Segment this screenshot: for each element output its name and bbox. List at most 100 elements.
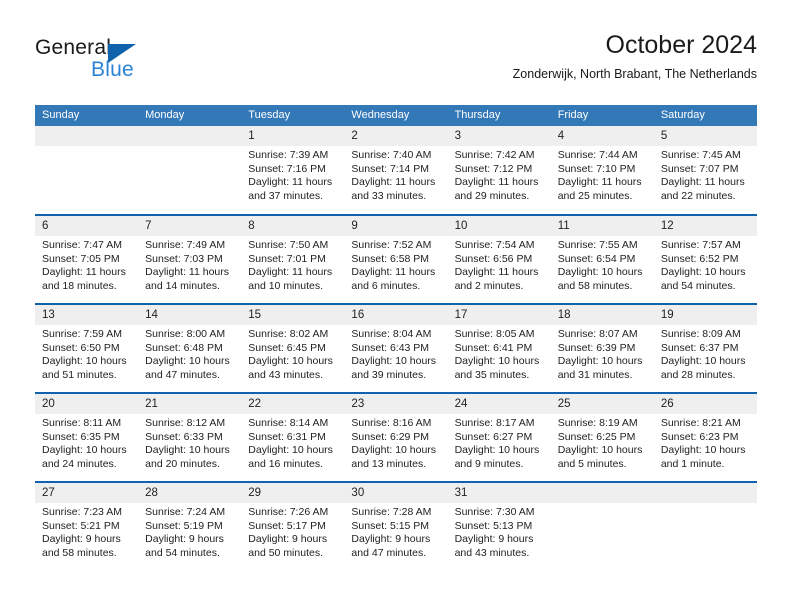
sunrise-time: Sunrise: 8:17 AM [454,417,535,429]
day-sun-info: Sunrise: 8:07 AM Sunset: 6:39 PM Daylight:… [551,325,654,382]
daylight-duration-line2: and 51 minutes. [42,368,117,381]
calendar-day-cell[interactable]: 7 Sunrise: 7:49 AM Sunset: 7:03 PM Daylight… [138,214,242,304]
day-sun-info: Sunrise: 7:26 AM Sunset: 5:17 PM Daylight:… [241,503,344,560]
day-number: 4 [550,126,654,146]
sunset-time: Sunset: 6:37 PM [660,341,739,354]
day-number: 19 [653,305,757,325]
daylight-duration-line1: Daylight: 11 hours [454,266,539,279]
day-number: 14 [138,305,242,325]
calendar-day-cell[interactable]: 5 Sunrise: 7:45 AM Sunset: 7:07 PM Daylight… [653,126,757,215]
sunrise-time: Sunrise: 8:12 AM [145,417,226,429]
daylight-duration-line1: Daylight: 10 hours [248,355,333,368]
calendar-day-cell[interactable]: 16 Sunrise: 8:04 AM Sunset: 6:43 PM Dayligh… [344,303,448,393]
calendar-day-cell[interactable]: 6 Sunrise: 7:47 AM Sunset: 7:05 PM Daylight… [35,214,139,304]
daylight-duration-line2: and 58 minutes. [557,279,633,292]
sunset-time: Sunset: 6:35 PM [42,430,120,443]
calendar-day-cell[interactable]: 21 Sunrise: 8:12 AM Sunset: 6:33 PM Dayligh… [138,392,242,482]
calendar-day-cell[interactable]: 13 Sunrise: 7:59 AM Sunset: 6:50 PM Dayligh… [35,303,139,393]
calendar-day-cell[interactable]: 24 Sunrise: 8:17 AM Sunset: 6:27 PM Dayligh… [447,392,551,482]
daylight-duration-line1: Daylight: 10 hours [557,444,643,457]
sunset-time: Sunset: 5:19 PM [145,519,223,532]
calendar-day-cell[interactable]: 23 Sunrise: 8:16 AM Sunset: 6:29 PM Dayligh… [344,392,448,482]
daylight-duration-line1: Daylight: 11 hours [557,176,642,189]
day-number: 12 [653,216,757,236]
calendar-day-cell[interactable]: 2 Sunrise: 7:40 AM Sunset: 7:14 PM Daylight… [344,126,448,215]
calendar-day-cell[interactable]: 15 Sunrise: 8:02 AM Sunset: 6:45 PM Dayligh… [241,303,345,393]
calendar-day-cell[interactable]: 3 Sunrise: 7:42 AM Sunset: 7:12 PM Daylight… [447,126,551,215]
day-sun-info: Sunrise: 7:28 AM Sunset: 5:15 PM Daylight:… [344,503,447,560]
page-header: General Blue October 2024 Zonderwijk, No… [35,30,757,92]
calendar-day-cell[interactable]: 9 Sunrise: 7:52 AM Sunset: 6:58 PM Daylight… [344,214,448,304]
calendar-day-cell[interactable]: 8 Sunrise: 7:50 AM Sunset: 7:01 PM Daylight… [241,214,345,304]
day-sun-info: Sunrise: 7:42 AM Sunset: 7:12 PM Daylight:… [448,146,551,203]
calendar-day-cell[interactable]: 28 Sunrise: 7:24 AM Sunset: 5:19 PM Dayligh… [138,481,242,571]
daylight-duration-line1: Daylight: 9 hours [42,533,121,546]
sunset-time: Sunset: 6:56 PM [454,252,533,265]
daylight-duration-line1: Daylight: 10 hours [454,444,540,457]
day-number: 1 [241,126,345,146]
day-number: 30 [344,483,448,503]
day-number: 26 [653,394,757,414]
day-sun-info: Sunrise: 8:12 AM Sunset: 6:33 PM Daylight:… [138,414,241,471]
calendar-day-cell[interactable]: 29 Sunrise: 7:26 AM Sunset: 5:17 PM Dayligh… [241,481,345,571]
calendar-day-cell[interactable]: 26 Sunrise: 8:21 AM Sunset: 6:23 PM Dayligh… [653,392,757,482]
sunset-time: Sunset: 7:05 PM [42,252,120,265]
calendar-day-cell[interactable]: 12 Sunrise: 7:57 AM Sunset: 6:52 PM Dayligh… [653,214,757,304]
sunrise-time: Sunrise: 7:54 AM [454,239,535,251]
calendar-day-cell[interactable]: 20 Sunrise: 8:11 AM Sunset: 6:35 PM Dayligh… [35,392,139,482]
sunrise-time: Sunrise: 8:05 AM [454,328,535,340]
calendar-day-cell[interactable]: 10 Sunrise: 7:54 AM Sunset: 6:56 PM Dayligh… [447,214,551,304]
calendar-day-cell[interactable]: 14 Sunrise: 8:00 AM Sunset: 6:48 PM Dayligh… [138,303,242,393]
day-sun-info: Sunrise: 7:49 AM Sunset: 7:03 PM Daylight:… [138,236,241,293]
calendar-day-cell[interactable]: 25 Sunrise: 8:19 AM Sunset: 6:25 PM Dayligh… [550,392,654,482]
day-sun-info: Sunrise: 7:45 AM Sunset: 7:07 PM Daylight:… [654,146,757,203]
daylight-duration-line2: and 1 minute. [660,457,725,470]
calendar-day-cell[interactable]: 18 Sunrise: 8:07 AM Sunset: 6:39 PM Dayligh… [550,303,654,393]
sunrise-time: Sunrise: 7:24 AM [145,506,226,518]
sunset-time: Sunset: 5:15 PM [351,519,430,532]
day-number: 20 [35,394,139,414]
day-sun-info: Sunrise: 8:02 AM Sunset: 6:45 PM Daylight:… [241,325,344,382]
calendar-day-cell[interactable]: 4 Sunrise: 7:44 AM Sunset: 7:10 PM Daylight… [550,126,654,215]
calendar-body: 1 Sunrise: 7:39 AM Sunset: 7:16 PM Daylight… [35,126,757,571]
calendar-day-cell-empty [653,481,757,571]
sunset-time: Sunset: 6:41 PM [454,341,533,354]
sunrise-time: Sunrise: 8:04 AM [351,328,432,340]
daylight-duration-line1: Daylight: 11 hours [248,266,333,279]
calendar-day-cell[interactable]: 30 Sunrise: 7:28 AM Sunset: 5:15 PM Dayligh… [344,481,448,571]
day-number: 22 [241,394,345,414]
day-sun-info: Sunrise: 7:50 AM Sunset: 7:01 PM Daylight:… [241,236,344,293]
day-sun-info: Sunrise: 7:47 AM Sunset: 7:05 PM Daylight:… [35,236,138,293]
calendar-day-cell[interactable]: 1 Sunrise: 7:39 AM Sunset: 7:16 PM Daylight… [241,126,345,215]
sunrise-time: Sunrise: 7:39 AM [248,149,329,161]
calendar-day-cell[interactable]: 31 Sunrise: 7:30 AM Sunset: 5:13 PM Dayligh… [447,481,551,571]
sunrise-time: Sunrise: 8:00 AM [145,328,226,340]
calendar-day-cell[interactable]: 27 Sunrise: 7:23 AM Sunset: 5:21 PM Dayligh… [35,481,139,571]
sunset-time: Sunset: 6:23 PM [660,430,739,443]
daylight-duration-line2: and 39 minutes. [351,368,427,381]
sunset-time: Sunset: 6:27 PM [454,430,533,443]
general-blue-logo[interactable]: General Blue [35,36,255,88]
sunrise-time: Sunrise: 7:55 AM [557,239,638,251]
title-block: October 2024 Zonderwijk, North Brabant, … [513,30,757,82]
sunset-time: Sunset: 6:48 PM [145,341,223,354]
sunrise-time: Sunrise: 7:57 AM [660,239,741,251]
daylight-duration-line2: and 35 minutes. [454,368,530,381]
weekday-header-tuesday: Tuesday [241,105,345,126]
sunset-time: Sunset: 6:33 PM [145,430,223,443]
calendar-day-cell[interactable]: 11 Sunrise: 7:55 AM Sunset: 6:54 PM Dayligh… [550,214,654,304]
calendar-day-cell[interactable]: 17 Sunrise: 8:05 AM Sunset: 6:41 PM Dayligh… [447,303,551,393]
day-number: 10 [447,216,551,236]
sunset-time: Sunset: 7:12 PM [454,162,533,175]
calendar-day-cell[interactable]: 22 Sunrise: 8:14 AM Sunset: 6:31 PM Dayligh… [241,392,345,482]
day-number [138,126,242,146]
sunset-time: Sunset: 6:58 PM [351,252,430,265]
calendar-week-row: 1 Sunrise: 7:39 AM Sunset: 7:16 PM Daylight… [35,126,757,215]
calendar-day-cell[interactable]: 19 Sunrise: 8:09 AM Sunset: 6:37 PM Dayligh… [653,303,757,393]
daylight-duration-line2: and 20 minutes. [145,457,220,470]
daylight-duration-line2: and 5 minutes. [557,457,627,470]
daylight-duration-line2: and 29 minutes. [454,189,530,202]
daylight-duration-line1: Daylight: 9 hours [248,533,328,546]
sunrise-time: Sunrise: 7:30 AM [454,506,535,518]
day-number: 6 [35,216,139,236]
